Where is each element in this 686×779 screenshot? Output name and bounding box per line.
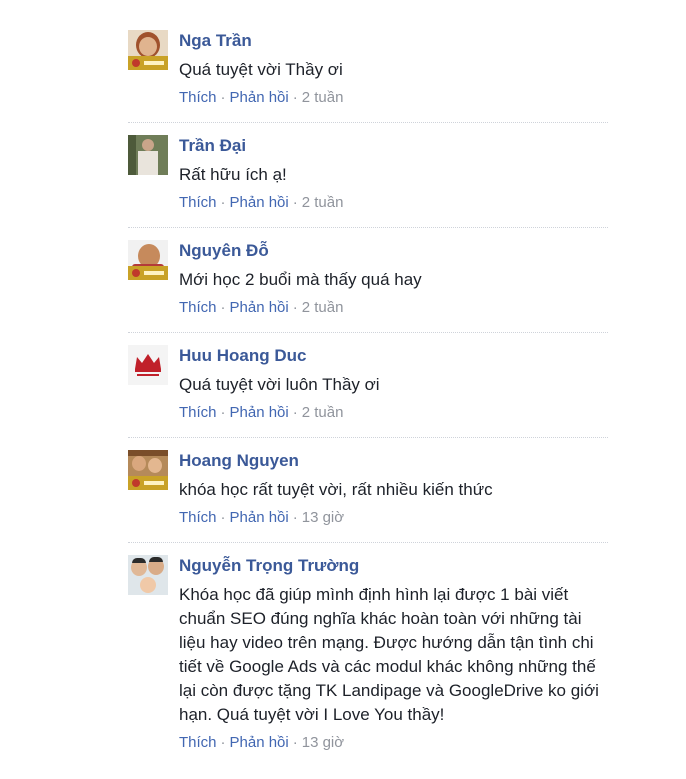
comment-text: Quá tuyệt vời Thầy ơi — [179, 60, 343, 79]
comment-text: Quá tuyệt vời luôn Thầy ơi — [179, 375, 380, 394]
separator-dot: · — [292, 89, 298, 106]
avatar[interactable] — [128, 450, 168, 490]
like-link[interactable]: Thích — [179, 404, 217, 421]
comment-time: 13 giờ — [301, 734, 345, 751]
comment: Trần Đại Rất hữu ích ạ! Thích · Phản hồi · 2… — [128, 123, 608, 228]
reply-link[interactable]: Phản hồi — [230, 734, 289, 751]
comment-actions: Thích · Phản hồi · 2 tuần — [179, 193, 608, 227]
comment-actions: Thích · Phản hồi · 13 giờ — [179, 733, 608, 767]
reply-link[interactable]: Phản hồi — [230, 299, 289, 316]
separator-dot: · — [292, 299, 298, 316]
separator-dot: · — [220, 89, 226, 106]
avatar[interactable] — [128, 345, 168, 385]
comment-author[interactable]: Nguyên Đỗ — [179, 240, 608, 262]
comment-time: 2 tuần — [301, 404, 344, 421]
reply-link[interactable]: Phản hồi — [230, 194, 289, 211]
comment-time: 2 tuần — [301, 299, 344, 316]
comment: Huu Hoang Duc Quá tuyệt vời luôn Thầy ơi… — [128, 333, 608, 438]
comment-actions: Thích · Phản hồi · 2 tuần — [179, 298, 608, 332]
comment-author[interactable]: Nga Trần — [179, 30, 608, 52]
comment-list: Nga Trần Quá tuyệt vời Thầy ơi Thích · Phả… — [128, 18, 608, 767]
like-link[interactable]: Thích — [179, 89, 217, 106]
separator-dot: · — [220, 194, 226, 211]
comment-actions: Thích · Phản hồi · 2 tuần — [179, 88, 608, 122]
comment-time: 13 giờ — [301, 509, 345, 526]
comment-text: Mới học 2 buổi mà thấy quá hay — [179, 270, 422, 289]
comment-time: 2 tuần — [301, 194, 344, 211]
reply-link[interactable]: Phản hồi — [230, 404, 289, 421]
comment: Nguyên Đỗ Mới học 2 buổi mà thấy quá hay… — [128, 228, 608, 333]
comment-author[interactable]: Trần Đại — [179, 135, 608, 157]
comment-actions: Thích · Phản hồi · 2 tuần — [179, 403, 608, 437]
separator-dot: · — [220, 404, 226, 421]
like-link[interactable]: Thích — [179, 734, 217, 751]
comment: Nga Trần Quá tuyệt vời Thầy ơi Thích · Phả… — [128, 18, 608, 123]
avatar[interactable] — [128, 30, 168, 70]
comment-author[interactable]: Huu Hoang Duc — [179, 345, 608, 367]
avatar[interactable] — [128, 555, 168, 595]
avatar[interactable] — [128, 135, 168, 175]
comment: Hoang Nguyen khóa học rất tuyệt vời, rất… — [128, 438, 608, 543]
separator-dot: · — [220, 509, 226, 526]
comment-text: Rất hữu ích ạ! — [179, 165, 287, 184]
comment: Nguyễn Trọng Trường Khóa học đã giúp mìn… — [128, 543, 608, 767]
separator-dot: · — [292, 734, 298, 751]
reply-link[interactable]: Phản hồi — [230, 509, 289, 526]
separator-dot: · — [220, 734, 226, 751]
separator-dot: · — [292, 509, 298, 526]
avatar[interactable] — [128, 240, 168, 280]
comment-text: Khóa học đã giúp mình định hình lại được… — [179, 585, 599, 724]
crown-logo-icon — [135, 354, 161, 376]
like-link[interactable]: Thích — [179, 509, 217, 526]
comment-author[interactable]: Nguyễn Trọng Trường — [179, 555, 608, 577]
comment-actions: Thích · Phản hồi · 13 giờ — [179, 508, 608, 542]
comment-author[interactable]: Hoang Nguyen — [179, 450, 608, 472]
separator-dot: · — [220, 299, 226, 316]
comment-text: khóa học rất tuyệt vời, rất nhiều kiến t… — [179, 480, 493, 499]
comment-time: 2 tuần — [301, 89, 344, 106]
like-link[interactable]: Thích — [179, 194, 217, 211]
separator-dot: · — [292, 194, 298, 211]
separator-dot: · — [292, 404, 298, 421]
reply-link[interactable]: Phản hồi — [230, 89, 289, 106]
like-link[interactable]: Thích — [179, 299, 217, 316]
